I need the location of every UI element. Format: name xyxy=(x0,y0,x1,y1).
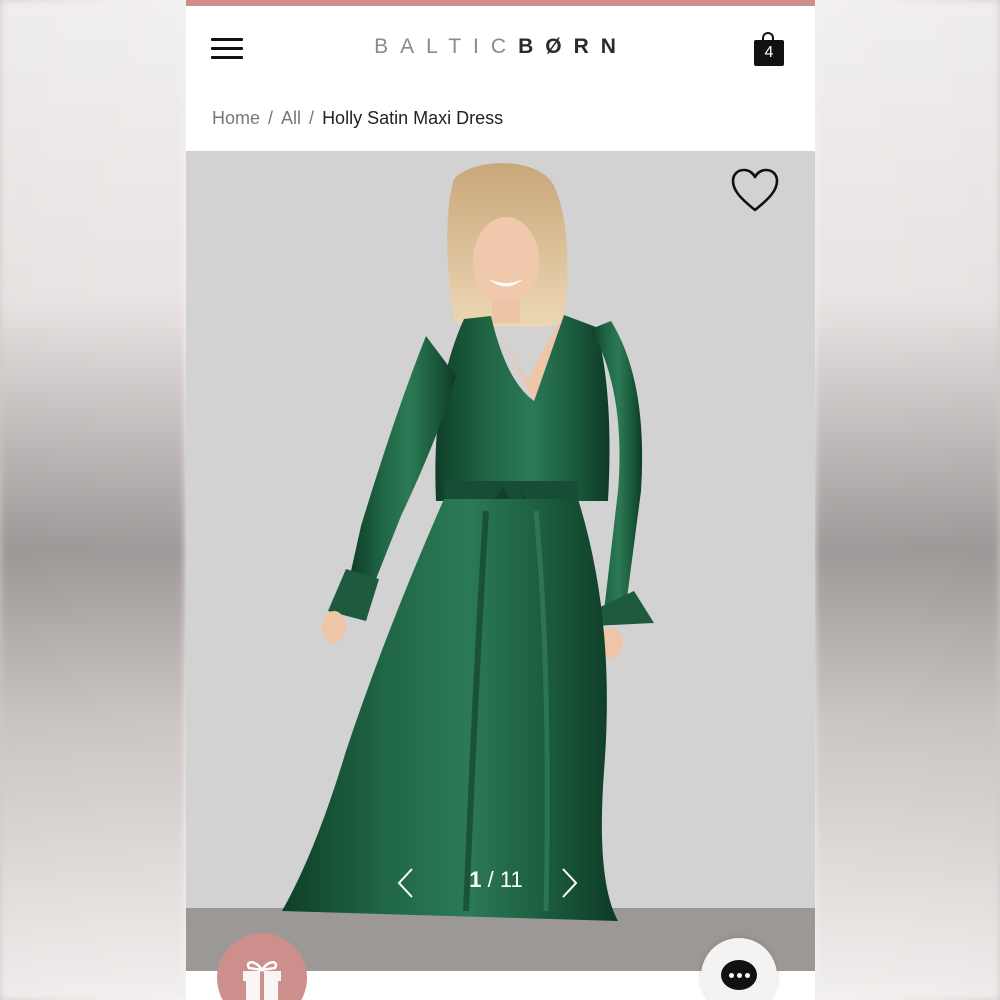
background-blur-left xyxy=(0,0,186,1000)
mobile-page: BALTICBØRN 4 Home / All / Holly Satin Maxi D… xyxy=(186,0,815,1000)
chat-dot xyxy=(737,973,742,978)
wishlist-button[interactable] xyxy=(730,168,780,214)
image-counter: 1 / 11 xyxy=(456,867,536,893)
chat-dot xyxy=(729,973,734,978)
breadcrumb-current: Holly Satin Maxi Dress xyxy=(322,108,504,128)
prev-image-button[interactable] xyxy=(395,867,417,899)
breadcrumb-separator: / xyxy=(309,108,315,128)
product-image-gallery[interactable]: 1 / 11 xyxy=(186,151,815,971)
chevron-left-icon xyxy=(397,868,413,898)
image-counter-separator: / xyxy=(487,867,494,892)
site-header: BALTICBØRN 4 xyxy=(186,6,815,90)
breadcrumb-all-link[interactable]: All xyxy=(281,108,301,128)
menu-bar xyxy=(211,47,243,50)
breadcrumb: Home / All / Holly Satin Maxi Dress xyxy=(212,108,503,129)
cart-button[interactable]: 4 xyxy=(752,32,786,68)
cart-count: 4 xyxy=(764,44,774,61)
brand-logo-part1: BALTIC xyxy=(374,35,519,58)
hamburger-menu-button[interactable] xyxy=(211,36,243,62)
product-photo xyxy=(282,163,654,921)
image-counter-total: 11 xyxy=(499,867,523,892)
chat-dot xyxy=(745,973,750,978)
gift-rewards-button[interactable] xyxy=(217,933,307,1000)
gift-icon xyxy=(243,961,281,1000)
chevron-right-icon xyxy=(562,868,578,898)
menu-bar xyxy=(211,56,243,59)
heart-outline-icon xyxy=(731,168,779,212)
menu-bar xyxy=(211,38,243,41)
brand-logo[interactable]: BALTICBØRN xyxy=(336,35,666,59)
background-blur-right xyxy=(814,0,1000,1000)
breadcrumb-home-link[interactable]: Home xyxy=(212,108,260,128)
image-counter-current: 1 xyxy=(469,867,482,892)
breadcrumb-separator: / xyxy=(268,108,274,128)
brand-logo-part2: BØRN xyxy=(518,35,628,58)
next-image-button[interactable] xyxy=(558,867,580,899)
